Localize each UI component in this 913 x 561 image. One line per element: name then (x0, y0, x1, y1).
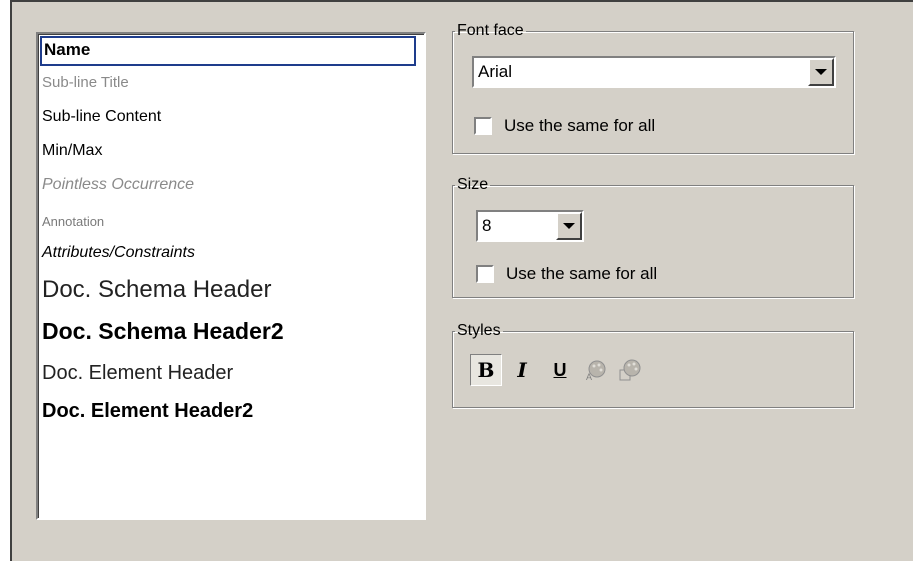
font-face-legend: Font face (457, 22, 524, 39)
list-item-doc-schema-header2[interactable]: Doc. Schema Header2 (42, 318, 284, 345)
list-item-annotation[interactable]: Annotation (42, 214, 104, 229)
font-face-dropdown-button[interactable] (808, 58, 834, 86)
list-item-min-max[interactable]: Min/Max (42, 142, 102, 160)
size-dropdown-button[interactable] (556, 212, 582, 240)
size-same-for-all-checkbox[interactable] (476, 265, 494, 283)
underline-icon: U (553, 359, 567, 380)
font-face-dropdown[interactable]: Arial (472, 56, 836, 88)
svg-text:A: A (586, 372, 592, 382)
italic-button[interactable]: I (506, 354, 538, 386)
list-item-doc-element-header[interactable]: Doc. Element Header (42, 362, 233, 385)
font-face-same-for-all[interactable]: Use the same for all (474, 116, 655, 136)
list-item-sub-line-title[interactable]: Sub-line Title (42, 74, 129, 91)
bold-icon: B (477, 358, 495, 382)
list-item-sub-line-content[interactable]: Sub-line Content (42, 108, 161, 126)
background-palette-icon (619, 359, 641, 381)
background-color-button[interactable] (614, 354, 646, 386)
list-item-doc-schema-header[interactable]: Doc. Schema Header (42, 276, 271, 304)
size-dropdown[interactable]: 8 (476, 210, 584, 242)
element-style-list[interactable]: Name Sub-line Title Sub-line Content Min… (36, 32, 426, 520)
text-color-button[interactable]: A (580, 354, 612, 386)
font-face-same-for-all-checkbox[interactable] (474, 117, 492, 135)
font-face-value: Arial (478, 62, 513, 81)
size-legend: Size (457, 176, 489, 193)
italic-icon: I (517, 358, 527, 382)
color-palette-icon: A (586, 360, 606, 382)
list-item-attributes-constraints[interactable]: Attributes/Constraints (42, 244, 195, 262)
underline-button[interactable]: U (544, 354, 576, 386)
list-item-name[interactable]: Name (40, 36, 416, 66)
chevron-down-icon (815, 69, 827, 75)
font-face-same-for-all-label: Use the same for all (504, 116, 656, 135)
list-item-doc-element-header2[interactable]: Doc. Element Header2 (42, 400, 253, 423)
size-value: 8 (482, 216, 492, 235)
font-settings-panel: Name Sub-line Title Sub-line Content Min… (10, 0, 913, 561)
list-item-pointless-occurrence[interactable]: Pointless Occurrence (42, 176, 194, 194)
size-same-for-all-label: Use the same for all (506, 264, 658, 283)
styles-legend: Styles (457, 322, 501, 339)
size-same-for-all[interactable]: Use the same for all (476, 264, 657, 284)
bold-button[interactable]: B (470, 354, 502, 386)
chevron-down-icon (563, 223, 575, 229)
